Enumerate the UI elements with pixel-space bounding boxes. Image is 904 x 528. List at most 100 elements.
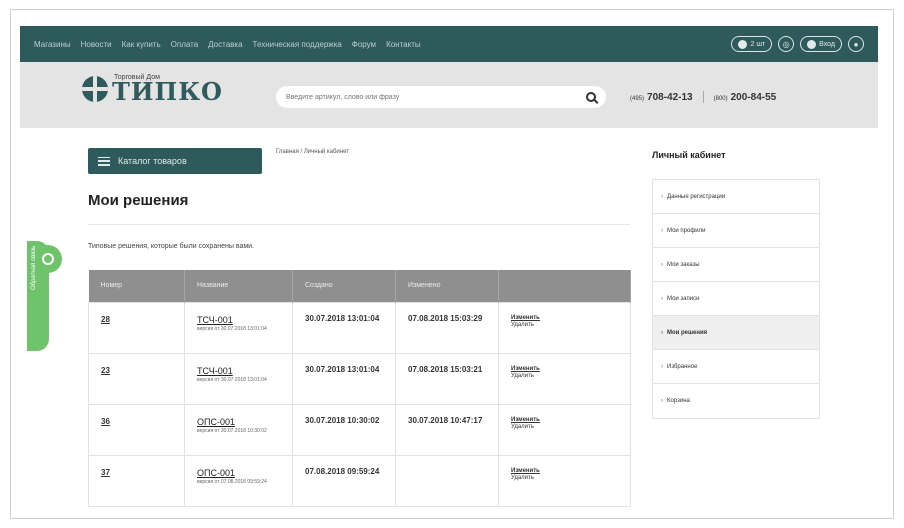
top-nav-item[interactable]: Магазины <box>34 40 71 49</box>
login-icon <box>807 39 817 49</box>
modified-date: 07.08.2018 15:03:29 <box>395 301 499 354</box>
delete-link[interactable]: Удалить <box>511 424 618 431</box>
phone-2-code: (800) <box>713 95 728 102</box>
modified-date: 30.07.2018 10:47:17 <box>395 403 499 456</box>
created-date: 30.07.2018 10:30:02 <box>292 403 396 456</box>
phones: (495) 708-42-13 (800) 200-84-55 <box>630 91 776 103</box>
cart-icon <box>738 39 748 49</box>
sidebar-title: Личный кабинет <box>652 150 726 160</box>
row-number[interactable]: 23 <box>88 352 185 405</box>
chat-icon[interactable] <box>34 245 62 273</box>
row-actions: Изменить Удалить <box>498 301 631 354</box>
created-date: 30.07.2018 13:01:04 <box>292 352 396 405</box>
created-date: 30.07.2018 13:01:04 <box>292 301 396 354</box>
search-input[interactable] <box>286 93 586 101</box>
solutions-table: Номер Название Создано Изменено 28 ТСЧ-0… <box>88 270 631 507</box>
sidebar-menu: › Данные регистрации › Мои профили › Мои за… <box>652 179 820 419</box>
top-bar: Магазины Новости Как купить Оплата Доста… <box>20 26 878 62</box>
chevron-right-icon: › <box>661 295 663 302</box>
chevron-right-icon: › <box>661 329 663 336</box>
feedback-label: Обратная связь <box>31 245 37 290</box>
logo[interactable]: Торговый Дом ТИПКО <box>82 74 223 106</box>
phone-1-code: (495) <box>630 95 645 102</box>
edit-link[interactable]: Изменить <box>511 315 618 322</box>
sidebar-item-label: Данные регистрации <box>667 193 726 200</box>
col-header-modified[interactable]: Изменено <box>395 270 499 302</box>
menu-icon <box>98 156 110 166</box>
phone-divider <box>702 91 704 103</box>
logo-name: ТИПКО <box>112 77 223 106</box>
sidebar-item-label: Мои заказы <box>667 261 700 268</box>
delete-link[interactable]: Удалить <box>511 322 618 329</box>
cart-button[interactable]: 2 шт <box>731 36 773 52</box>
row-name-cell: ОПС-001 версия от 07.08.2018 09:59:24 <box>184 454 293 507</box>
search-icon[interactable] <box>586 92 596 102</box>
edit-link[interactable]: Изменить <box>511 468 618 475</box>
phone-2[interactable]: (800) 200-84-55 <box>714 92 777 103</box>
top-nav-item[interactable]: Оплата <box>171 40 199 49</box>
top-nav-item[interactable]: Как купить <box>122 40 161 49</box>
row-name-cell: ТСЧ-001 версия от 30.07.2018 13:01:04 <box>184 352 293 405</box>
top-actions: 2 шт ◎ Вход ● <box>731 36 864 52</box>
delete-link[interactable]: Удалить <box>511 475 618 482</box>
breadcrumb[interactable]: Главная / Личный кабинет <box>276 149 349 155</box>
col-header-name[interactable]: Название <box>184 270 293 302</box>
logo-globe-icon <box>82 75 108 102</box>
login-button[interactable]: Вход <box>800 36 842 52</box>
delete-link[interactable]: Удалить <box>511 373 618 380</box>
user-icon[interactable]: ● <box>848 36 864 52</box>
version-text: версия от 30.07.2018 13:01:04 <box>197 376 267 383</box>
site-header: Торговый Дом ТИПКО (495) 708-42-13 (800)… <box>20 62 878 128</box>
chevron-right-icon: › <box>661 398 663 404</box>
sidebar-item-favorites[interactable]: › Избранное <box>653 350 819 384</box>
top-nav: Магазины Новости Как купить Оплата Доста… <box>34 40 731 49</box>
chevron-right-icon: › <box>661 261 663 268</box>
sidebar-item-solutions[interactable]: › Мои решения <box>653 316 819 350</box>
row-number[interactable]: 36 <box>88 403 185 456</box>
top-nav-item[interactable]: Новости <box>81 40 112 49</box>
sidebar-item-orders[interactable]: › Мои заказы <box>653 248 819 282</box>
version-text: версия от 30.07.2018 10:30:02 <box>197 427 267 434</box>
solution-link[interactable]: ТСЧ-001 <box>197 366 280 376</box>
sidebar-item-label: Мои профили <box>667 227 706 234</box>
col-header-number[interactable]: Номер <box>88 270 185 302</box>
top-nav-item[interactable]: Доставка <box>208 40 242 49</box>
sidebar-item-records[interactable]: › Мои записи <box>653 282 819 316</box>
created-date: 07.08.2018 09:59:24 <box>292 454 396 507</box>
sidebar-item-label: Корзина <box>667 398 690 404</box>
search-bar <box>276 86 606 108</box>
row-number[interactable]: 37 <box>88 454 185 507</box>
chevron-right-icon: › <box>661 193 663 200</box>
col-header-actions <box>498 270 631 302</box>
solution-link[interactable]: ТСЧ-001 <box>197 315 280 325</box>
globe-icon[interactable]: ◎ <box>778 36 795 52</box>
phone-1[interactable]: (495) 708-42-13 <box>630 92 693 103</box>
edit-link[interactable]: Изменить <box>511 417 618 424</box>
row-name-cell: ТСЧ-001 версия от 30.07.2018 13:01:04 <box>184 301 293 354</box>
top-nav-item[interactable]: Техническая поддержка <box>253 40 342 49</box>
sidebar-item-label: Мои решения <box>667 329 708 336</box>
solution-link[interactable]: ОПС-001 <box>197 417 280 427</box>
table-row: 36 ОПС-001 версия от 30.07.2018 10:30:02… <box>88 403 631 456</box>
col-header-created[interactable]: Создано <box>292 270 396 302</box>
top-nav-item[interactable]: Форум <box>352 40 376 49</box>
edit-link[interactable]: Изменить <box>511 366 618 373</box>
modified-date: 07.08.2018 15:03:21 <box>395 352 499 405</box>
row-number[interactable]: 28 <box>88 301 185 354</box>
cart-label: 2 шт <box>750 40 766 48</box>
row-actions: Изменить Удалить <box>498 454 631 507</box>
version-text: версия от 30.07.2018 13:01:04 <box>197 325 267 332</box>
sidebar-item-registration[interactable]: › Данные регистрации <box>653 180 819 214</box>
row-name-cell: ОПС-001 версия от 30.07.2018 10:30:02 <box>184 403 293 456</box>
page-title: Мои решения <box>88 192 189 209</box>
chevron-right-icon: › <box>661 227 663 234</box>
sidebar-item-profiles[interactable]: › Мои профили <box>653 214 819 248</box>
sidebar-item-cart[interactable]: › Корзина <box>653 384 819 418</box>
solution-link[interactable]: ОПС-001 <box>197 468 280 478</box>
catalog-button[interactable]: Каталог товаров <box>88 148 262 174</box>
catalog-label: Каталог товаров <box>118 156 187 166</box>
login-label: Вход <box>819 40 835 48</box>
top-nav-item[interactable]: Контакты <box>386 40 421 49</box>
row-actions: Изменить Удалить <box>498 403 631 456</box>
sidebar-item-label: Избранное <box>667 363 698 370</box>
